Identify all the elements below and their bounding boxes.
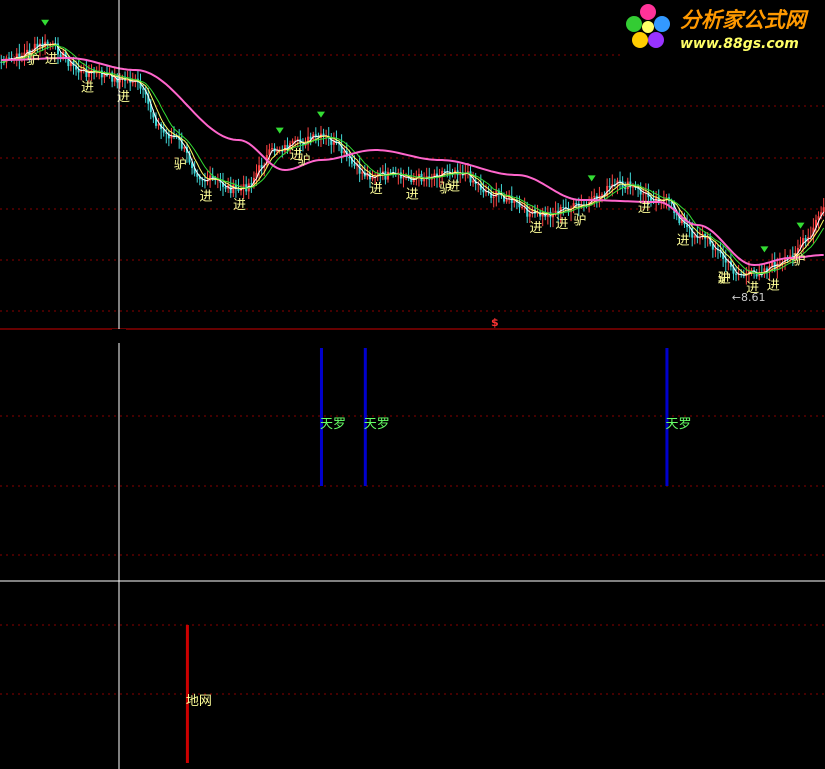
candle-body (575, 203, 578, 205)
grid-lines (0, 54, 825, 695)
lv-signal-label: 驴 (174, 157, 187, 173)
candle-body (528, 213, 531, 217)
stock-chart[interactable]: 进进进进进进进进进进进进进进进进驴驴驴驴驴驴驴←8.61$ 天罗天罗天罗天罗 地… (0, 0, 825, 769)
crosshair-gap (112, 329, 126, 343)
lv-signal-label: 驴 (718, 271, 731, 287)
candle-body (608, 185, 611, 188)
price-panel[interactable]: 进进进进进进进 进进进 进进进进进 进驴驴 驴驴驴驴驴←8.61$ (0, 19, 825, 329)
candle-body (492, 196, 495, 198)
buy-signal-label: 进 (233, 198, 246, 213)
candle-body (562, 207, 565, 209)
candle-body (8, 57, 11, 59)
candle-body (600, 194, 603, 196)
down-arrow-icon (41, 19, 50, 26)
candle-body (224, 186, 227, 189)
candle-body (619, 180, 622, 182)
buy-signal-label: 进 (81, 81, 94, 96)
low-price-marker: ←8.61 (732, 291, 766, 304)
watermark-url: www.88gs.com (680, 36, 799, 52)
buy-signal-label: 进 (200, 190, 213, 205)
candle-body (521, 206, 524, 208)
buy-signal-label: 进 (45, 52, 58, 67)
down-arrow-icon (275, 127, 284, 134)
tianluo-label: 天罗 (364, 417, 390, 432)
buy-signal-label: 进 (638, 201, 651, 216)
candle-body (505, 199, 508, 202)
buy-signal-label: 进 (530, 221, 543, 236)
candle-body (348, 157, 351, 159)
diwang-label: 地网 (186, 694, 212, 709)
buy-signal-label: 进 (555, 217, 568, 232)
tianluo-label: 天罗 (665, 417, 691, 432)
candle-body (472, 180, 475, 183)
lv-signal-label: 驴 (298, 153, 311, 169)
buy-signal-label: 进 (676, 233, 689, 248)
watermark-logo: 分析家公式网 www.88gs.com (622, 0, 825, 56)
candle-body (387, 171, 390, 180)
candle-body (642, 193, 645, 195)
lv-signal-label: 驴 (27, 52, 40, 68)
candle-body (131, 82, 134, 84)
candle-body (314, 134, 317, 137)
buy-signal-label: 进 (370, 182, 383, 197)
candle-body (482, 189, 485, 193)
candle-body (698, 237, 701, 239)
candle-body (822, 207, 825, 213)
down-arrow-icon (587, 175, 596, 182)
candle-body (443, 170, 446, 172)
down-arrow-icon (316, 111, 325, 118)
candle-body (714, 249, 717, 251)
lv-signal-label: 驴 (793, 253, 806, 269)
candle-body (593, 195, 596, 198)
candle-body (371, 177, 374, 180)
buy-signal-label: 进 (767, 278, 780, 293)
watermark-brand: 分析家公式网 (680, 8, 809, 32)
candle-body (361, 172, 364, 174)
candle-body (59, 54, 62, 58)
crosshair-cursor (0, 0, 825, 769)
buy-signal-label: 进 (406, 187, 419, 202)
candle-body (778, 262, 781, 264)
tianluo-panel[interactable]: 天罗天罗天罗天罗 (319, 348, 825, 486)
candle-body (353, 163, 356, 166)
candle-body (735, 273, 738, 275)
tianluo-label: 天罗 (320, 417, 346, 432)
candle-body (693, 235, 696, 238)
candle-body (389, 171, 392, 173)
lv-signal-label: 驴 (439, 181, 452, 197)
down-arrow-icon (760, 246, 769, 253)
lv-signal-label: 驴 (573, 212, 586, 228)
top-marker: $ (491, 316, 499, 329)
candle-body (270, 148, 273, 150)
candle-body (232, 184, 235, 194)
candle-body (402, 177, 405, 179)
down-arrow-icon (796, 222, 805, 229)
candle-body (291, 141, 294, 144)
